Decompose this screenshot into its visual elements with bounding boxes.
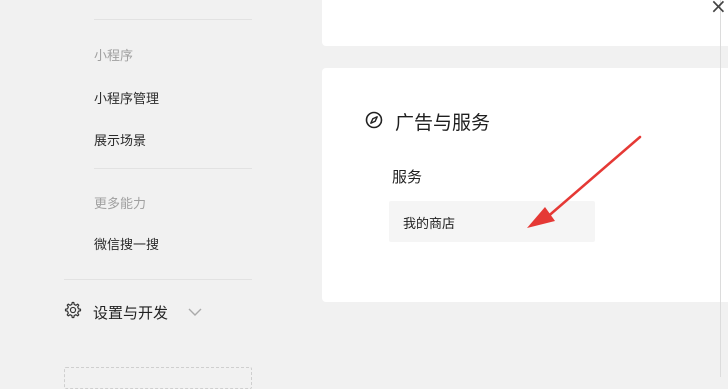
sidebar-divider xyxy=(94,168,252,169)
dashed-placeholder xyxy=(64,367,252,389)
ads-services-card: 广告与服务 服务 我的商店 xyxy=(322,68,728,302)
sidebar-item-miniprogram-manage[interactable]: 小程序管理 xyxy=(94,88,159,107)
sidebar-divider xyxy=(64,279,252,280)
sidebar-item-wechat-search[interactable]: 微信搜一搜 xyxy=(94,234,159,253)
sidebar-section-more: 更多能力 xyxy=(94,197,147,212)
sidebar-item-settings[interactable]: 设置与开发 xyxy=(64,301,202,323)
window-edge xyxy=(720,0,721,377)
top-card xyxy=(322,0,728,46)
compass-icon xyxy=(365,111,383,133)
close-icon[interactable]: × xyxy=(710,0,727,18)
my-store-button[interactable]: 我的商店 xyxy=(389,201,595,242)
services-subtitle: 服务 xyxy=(392,168,423,186)
settings-label: 设置与开发 xyxy=(93,303,169,322)
section-title: 广告与服务 xyxy=(395,112,491,134)
my-store-label: 我的商店 xyxy=(403,217,456,232)
sidebar-item-display-scene[interactable]: 展示场景 xyxy=(94,130,146,149)
sidebar-section-miniprogram: 小程序 xyxy=(94,49,134,64)
section-header: 广告与服务 xyxy=(365,108,490,135)
sidebar-divider xyxy=(94,19,252,20)
sidebar: 小程序 小程序管理 展示场景 更多能力 微信搜一搜 设置与开发 xyxy=(8,0,308,389)
gear-icon xyxy=(64,301,82,323)
chevron-down-icon[interactable] xyxy=(188,307,202,317)
